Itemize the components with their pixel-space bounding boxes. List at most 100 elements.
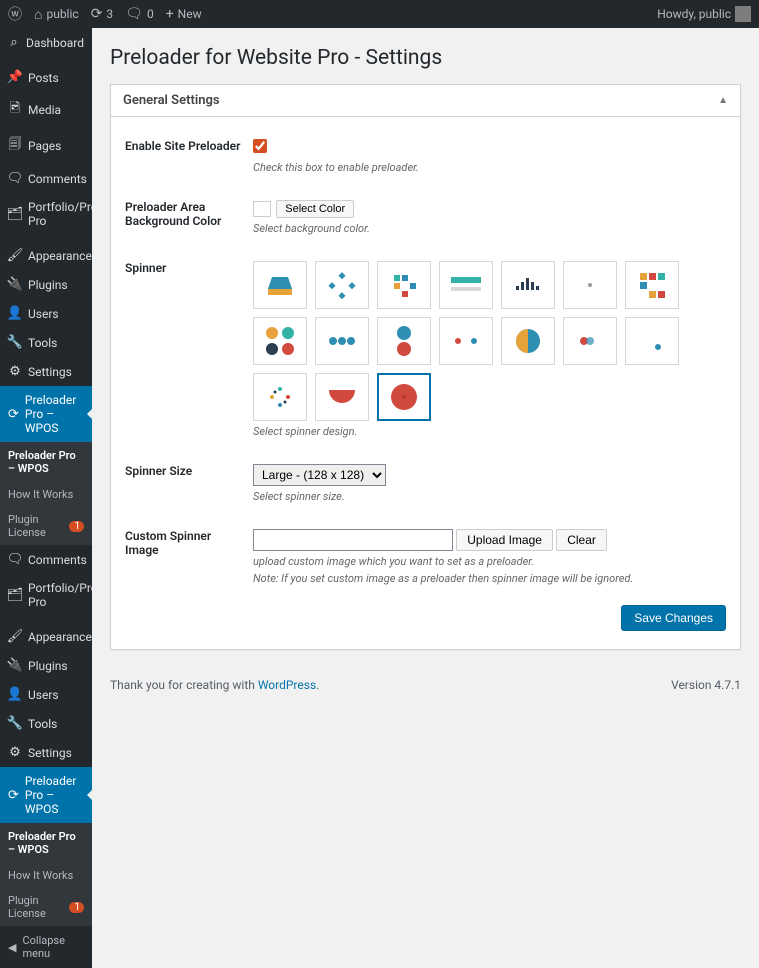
spinner-grid — [253, 261, 693, 421]
custom-label: Custom Spinner Image — [125, 529, 253, 585]
menu-settings-dup[interactable]: ⚙Settings — [0, 738, 92, 767]
updates-link[interactable]: ⟳3 — [91, 6, 113, 22]
spinner-option-5[interactable] — [501, 261, 555, 309]
user-icon: 👤 — [8, 306, 22, 321]
menu-media[interactable]: 🖻Media — [0, 92, 92, 128]
menu-portfolio[interactable]: 🗂Portfolio/Projects Pro — [0, 193, 92, 235]
main-content: Preloader for Website Pro - Settings Gen… — [92, 28, 759, 968]
portfolio-icon: 🗂 — [8, 588, 22, 603]
clear-button[interactable]: Clear — [556, 529, 607, 551]
new-content-link[interactable]: +New — [166, 6, 202, 22]
spinner-option-13[interactable] — [563, 317, 617, 365]
spinner-option-14[interactable] — [625, 317, 679, 365]
spinner-option-6[interactable] — [563, 261, 617, 309]
menu-portfolio-dup[interactable]: 🗂Portfolio/Projects Pro — [0, 574, 92, 616]
spinner-option-2[interactable] — [315, 261, 369, 309]
submenu-how-it-works-dup[interactable]: How It Works — [0, 863, 92, 888]
chevron-up-icon[interactable]: ▲ — [718, 95, 728, 106]
my-account[interactable]: Howdy, public — [657, 6, 751, 22]
bgcolor-description: Select background color. — [253, 222, 726, 235]
wrench-icon: 🔧 — [8, 335, 22, 350]
menu-comments[interactable]: 🗨Comments — [0, 164, 92, 193]
comments-link[interactable]: 🗨0 — [125, 6, 154, 22]
spinner-description: Select spinner design. — [253, 425, 726, 438]
custom-image-input[interactable] — [253, 529, 453, 551]
spinner-option-12[interactable] — [501, 317, 555, 365]
submenu-plugin-license-dup[interactable]: Plugin License1 — [0, 888, 92, 926]
submenu-preloader: Preloader Pro – WPOS How It Works Plugin… — [0, 442, 92, 545]
general-settings-box: General Settings ▲ Enable Site Preloader… — [110, 84, 741, 650]
save-changes-button[interactable]: Save Changes — [621, 605, 726, 631]
submenu-how-it-works[interactable]: How It Works — [0, 482, 92, 507]
menu-preloader-pro-dup[interactable]: ⟳Preloader Pro – WPOS — [0, 767, 92, 823]
upload-image-button[interactable]: Upload Image — [456, 529, 553, 551]
plug-icon: 🔌 — [8, 277, 22, 292]
refresh-icon: ⟳ — [8, 407, 19, 422]
menu-dashboard[interactable]: ⌕Dashboard — [0, 28, 92, 57]
spinner-option-9[interactable] — [315, 317, 369, 365]
menu-tools[interactable]: 🔧Tools — [0, 328, 92, 357]
spinner-option-10[interactable] — [377, 317, 431, 365]
menu-users-dup[interactable]: 👤Users — [0, 680, 92, 709]
custom-desc1: upload custom image which you want to se… — [253, 555, 726, 568]
portfolio-icon: 🗂 — [8, 207, 22, 222]
spinner-size-select[interactable]: Large - (128 x 128) — [253, 464, 386, 486]
postbox-header[interactable]: General Settings ▲ — [111, 85, 740, 117]
comment-icon: 🗨 — [8, 552, 22, 567]
dashboard-icon: ⌕ — [8, 35, 20, 50]
user-icon: 👤 — [8, 687, 22, 702]
wordpress-link[interactable]: WordPress — [258, 678, 316, 692]
spinner-option-8[interactable] — [253, 317, 307, 365]
settings-icon: ⚙ — [8, 364, 22, 379]
submenu-plugin-license[interactable]: Plugin License1 — [0, 507, 92, 545]
wp-logo[interactable]: ⓦ — [8, 4, 22, 24]
wrench-icon: 🔧 — [8, 716, 22, 731]
spinner-label: Spinner — [125, 261, 253, 438]
submenu-title: Preloader Pro – WPOS — [0, 442, 92, 482]
media-icon: 🖻 — [8, 99, 22, 121]
brush-icon: 🖌 — [8, 629, 22, 644]
spinner-option-11[interactable] — [439, 317, 493, 365]
update-badge: 1 — [69, 902, 84, 913]
footer: Thank you for creating with WordPress. V… — [110, 666, 741, 696]
menu-posts[interactable]: 📌Posts — [0, 63, 92, 92]
menu-pages[interactable]: 🗐Pages — [0, 128, 92, 164]
menu-plugins-dup[interactable]: 🔌Plugins — [0, 651, 92, 680]
plug-icon: 🔌 — [8, 658, 22, 673]
spinner-option-15[interactable] — [253, 373, 307, 421]
menu-comments-dup[interactable]: 🗨Comments — [0, 545, 92, 574]
submenu-title-dup: Preloader Pro – WPOS — [0, 823, 92, 863]
page-title: Preloader for Website Pro - Settings — [110, 38, 741, 84]
color-swatch[interactable] — [253, 201, 271, 217]
menu-appearance[interactable]: 🖌Appearance — [0, 241, 92, 270]
avatar — [735, 6, 751, 22]
footer-version: Version 4.7.1 — [671, 678, 741, 692]
enable-preloader-checkbox[interactable] — [253, 139, 267, 153]
collapse-menu[interactable]: ◀Collapse menu — [0, 926, 92, 968]
menu-plugins[interactable]: 🔌Plugins — [0, 270, 92, 299]
admin-toolbar: ⓦ ⌂public ⟳3 🗨0 +New Howdy, public — [0, 0, 759, 28]
settings-icon: ⚙ — [8, 745, 22, 760]
spinner-option-3[interactable] — [377, 261, 431, 309]
menu-settings[interactable]: ⚙Settings — [0, 357, 92, 386]
footer-thanks: Thank you for creating with WordPress. — [110, 678, 319, 692]
menu-users[interactable]: 👤Users — [0, 299, 92, 328]
spinner-option-16[interactable] — [315, 373, 369, 421]
menu-appearance-dup[interactable]: 🖌Appearance — [0, 622, 92, 651]
comment-icon: 🗨 — [8, 171, 22, 186]
spinner-option-1[interactable] — [253, 261, 307, 309]
bgcolor-label: Preloader Area Background Color — [125, 200, 253, 235]
page-icon: 🗐 — [8, 135, 22, 157]
pin-icon: 📌 — [8, 70, 22, 85]
size-label: Spinner Size — [125, 464, 253, 503]
menu-tools-dup[interactable]: 🔧Tools — [0, 709, 92, 738]
select-color-button[interactable]: Select Color — [276, 200, 354, 218]
spinner-option-17[interactable] — [377, 373, 431, 421]
site-name[interactable]: ⌂public — [34, 6, 79, 23]
admin-sidebar: ⌕Dashboard 📌Posts 🖻Media 🗐Pages 🗨Comment… — [0, 28, 92, 968]
spinner-option-7[interactable] — [625, 261, 679, 309]
spinner-option-4[interactable] — [439, 261, 493, 309]
custom-desc2: Note: If you set custom image as a prelo… — [253, 572, 726, 585]
enable-label: Enable Site Preloader — [125, 139, 253, 174]
menu-preloader-pro[interactable]: ⟳Preloader Pro – WPOS — [0, 386, 92, 442]
